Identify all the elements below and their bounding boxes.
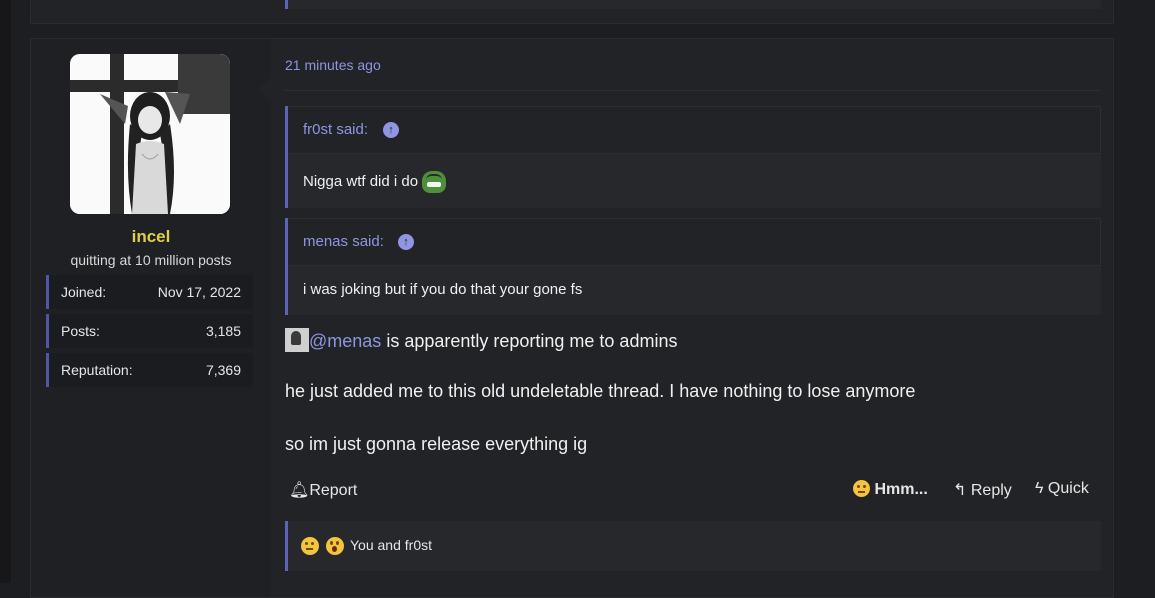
report-label: Report — [309, 482, 358, 499]
forum-post: incel quitting at 10 million posts Joine… — [30, 38, 1114, 598]
quote-body: Nigga wtf did i do — [288, 154, 1101, 210]
quote-text: Nigga wtf did i do — [303, 172, 419, 190]
user-mention-link[interactable]: @menas — [309, 331, 381, 351]
post-body-line-3: so im just gonna release everything ig — [285, 434, 588, 454]
thinking-emoji-icon — [301, 537, 319, 555]
post-pointer-arrow — [258, 76, 272, 102]
quote-block-menas: menas said: ↑ i was joking but if you do… — [285, 218, 1101, 315]
bell-icon: 🔔︎ — [289, 482, 310, 499]
quote-author-link[interactable]: menas said: — [303, 233, 384, 250]
reply-arrow-icon: ↰ — [953, 482, 967, 499]
reactions-bar[interactable]: You and fr0st — [285, 521, 1101, 571]
previous-post — [30, 0, 1114, 24]
react-button[interactable]: Hmm... — [853, 480, 928, 499]
avatar-image — [70, 54, 230, 214]
user-info-column: incel quitting at 10 million posts Joine… — [31, 39, 271, 597]
username[interactable]: incel — [31, 227, 271, 247]
divider — [285, 90, 1101, 91]
right-gutter — [1114, 0, 1155, 583]
lightning-icon: ϟ — [1035, 480, 1044, 497]
stat-reputation: Reputation: 7,369 — [46, 353, 253, 387]
post-text: is apparently reporting me to admins — [381, 331, 678, 351]
reply-button[interactable]: ↰ Reply — [953, 480, 1012, 500]
reactions-summary[interactable]: You and fr0st — [350, 537, 432, 553]
quote-author-link[interactable]: fr0st said: — [303, 121, 368, 138]
quote-header: fr0st said: ↑ — [288, 106, 1101, 154]
user-title: quitting at 10 million posts — [70, 252, 232, 268]
post-body-line-2: he just added me to this old undeletable… — [285, 381, 916, 401]
react-label: Hmm... — [874, 481, 928, 498]
stat-label: Joined: — [61, 284, 107, 300]
stat-label: Posts: — [61, 323, 100, 339]
arrow-up-circle-icon[interactable]: ↑ — [383, 122, 399, 138]
quote-block-fr0st: fr0st said: ↑ Nigga wtf did i do — [285, 106, 1101, 208]
post-timestamp[interactable]: 21 minutes ago — [285, 57, 381, 73]
thinking-emoji-icon — [853, 480, 870, 497]
frog-emoji-icon — [422, 171, 447, 193]
quick-label: Quick — [1047, 480, 1089, 497]
stat-value: 7,369 — [205, 362, 241, 378]
stat-value: 3,185 — [205, 323, 241, 339]
report-button[interactable]: 🔔︎Report — [289, 480, 357, 500]
quote-text: i was joking but if you do that your gon… — [303, 281, 583, 298]
stat-value: Nov 17, 2022 — [157, 284, 241, 300]
mention-avatar — [285, 328, 309, 352]
arrow-up-circle-icon[interactable]: ↑ — [398, 234, 414, 250]
quick-reply-button[interactable]: ϟ Quick — [1035, 480, 1089, 498]
left-gutter — [0, 0, 11, 583]
stat-posts: Posts: 3,185 — [46, 314, 253, 348]
avatar[interactable] — [70, 54, 230, 214]
astonished-emoji-icon — [326, 537, 344, 555]
previous-post-reactions — [285, 0, 1101, 9]
quote-body: i was joking but if you do that your gon… — [288, 266, 1101, 313]
reply-label: Reply — [970, 482, 1012, 499]
stat-label: Reputation: — [61, 362, 133, 378]
quote-header: menas said: ↑ — [288, 218, 1101, 266]
post-body-line-1: @menas is apparently reporting me to adm… — [285, 328, 677, 352]
stat-joined: Joined: Nov 17, 2022 — [46, 275, 253, 309]
